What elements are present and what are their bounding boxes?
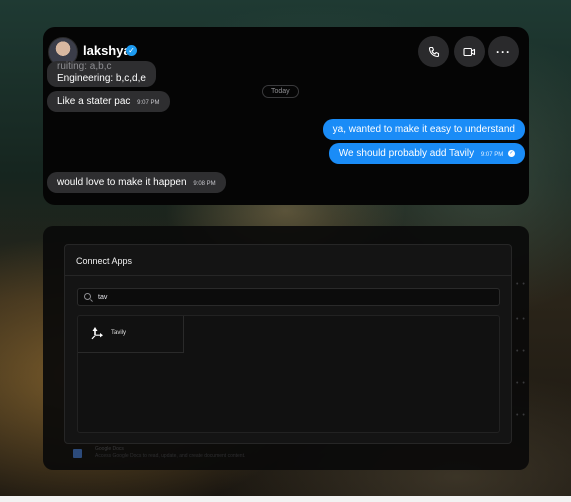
video-call-button[interactable] xyxy=(454,36,485,67)
decorative-dots: • • xyxy=(516,412,526,419)
message-time: 9:07 PM xyxy=(137,100,160,106)
phone-icon xyxy=(428,46,439,57)
background-item-description: Access Google Docs to read, update, and … xyxy=(95,453,246,459)
app-tile-tavily[interactable]: Tavily xyxy=(78,316,184,353)
message-bubble-incoming[interactable]: Like a stater pac 9:07 PM xyxy=(47,91,170,112)
call-button[interactable] xyxy=(418,36,449,67)
more-icon: ··· xyxy=(496,44,511,59)
decorative-dots: • • xyxy=(516,316,526,323)
background-list-item: Google Docs Access Google Docs to read, … xyxy=(73,446,303,462)
dialog-title: Connect Apps xyxy=(76,256,133,266)
message-time: 9:08 PM xyxy=(193,181,216,187)
more-options-button[interactable]: ··· xyxy=(488,36,519,67)
background-item-title: Google Docs xyxy=(95,446,124,452)
decorative-dots: • • xyxy=(516,380,526,387)
chat-window: lakshya ✓ ··· ruiting: a,b,c Engineering… xyxy=(43,27,529,205)
message-bubble-incoming[interactable]: would love to make it happen 9:08 PM xyxy=(47,172,226,193)
message-text: Engineering: b,c,d,e xyxy=(57,73,146,84)
tavily-icon xyxy=(91,327,103,340)
message-text: We should probably add Tavily xyxy=(338,148,475,159)
day-separator: Today xyxy=(262,85,299,98)
message-bubble-incoming[interactable]: ruiting: a,b,c Engineering: b,c,d,e xyxy=(47,61,156,87)
contact-name[interactable]: lakshya xyxy=(83,43,131,58)
search-input[interactable] xyxy=(98,290,478,304)
message-text: ya, wanted to make it easy to understand xyxy=(332,124,515,135)
read-receipt-icon: ✓ xyxy=(508,149,515,157)
verified-icon: ✓ xyxy=(126,45,137,56)
message-bubble-outgoing[interactable]: ya, wanted to make it easy to understand xyxy=(322,119,525,140)
apps-panel: • • • • • • • • • • Connect Apps Tavily … xyxy=(43,226,529,470)
clipped-message-text: ruiting: a,b,c xyxy=(57,61,112,72)
bottom-edge xyxy=(0,496,571,502)
message-text: Like a stater pac xyxy=(57,96,131,107)
search-box[interactable] xyxy=(77,288,500,306)
message-time: 9:07 PM xyxy=(480,152,504,158)
search-icon xyxy=(84,293,91,300)
decorative-dots: • • xyxy=(516,348,526,355)
connect-apps-dialog: Connect Apps Tavily xyxy=(64,244,512,444)
decorative-dots: • • xyxy=(516,281,526,288)
message-bubble-outgoing[interactable]: We should probably add Tavily 9:07 PM ✓ xyxy=(328,143,525,164)
divider xyxy=(65,275,511,276)
message-text: would love to make it happen xyxy=(57,177,187,188)
video-icon xyxy=(463,47,476,56)
results-list: Tavily xyxy=(77,315,500,433)
app-name: Tavily xyxy=(111,330,127,336)
google-docs-icon xyxy=(73,449,82,458)
